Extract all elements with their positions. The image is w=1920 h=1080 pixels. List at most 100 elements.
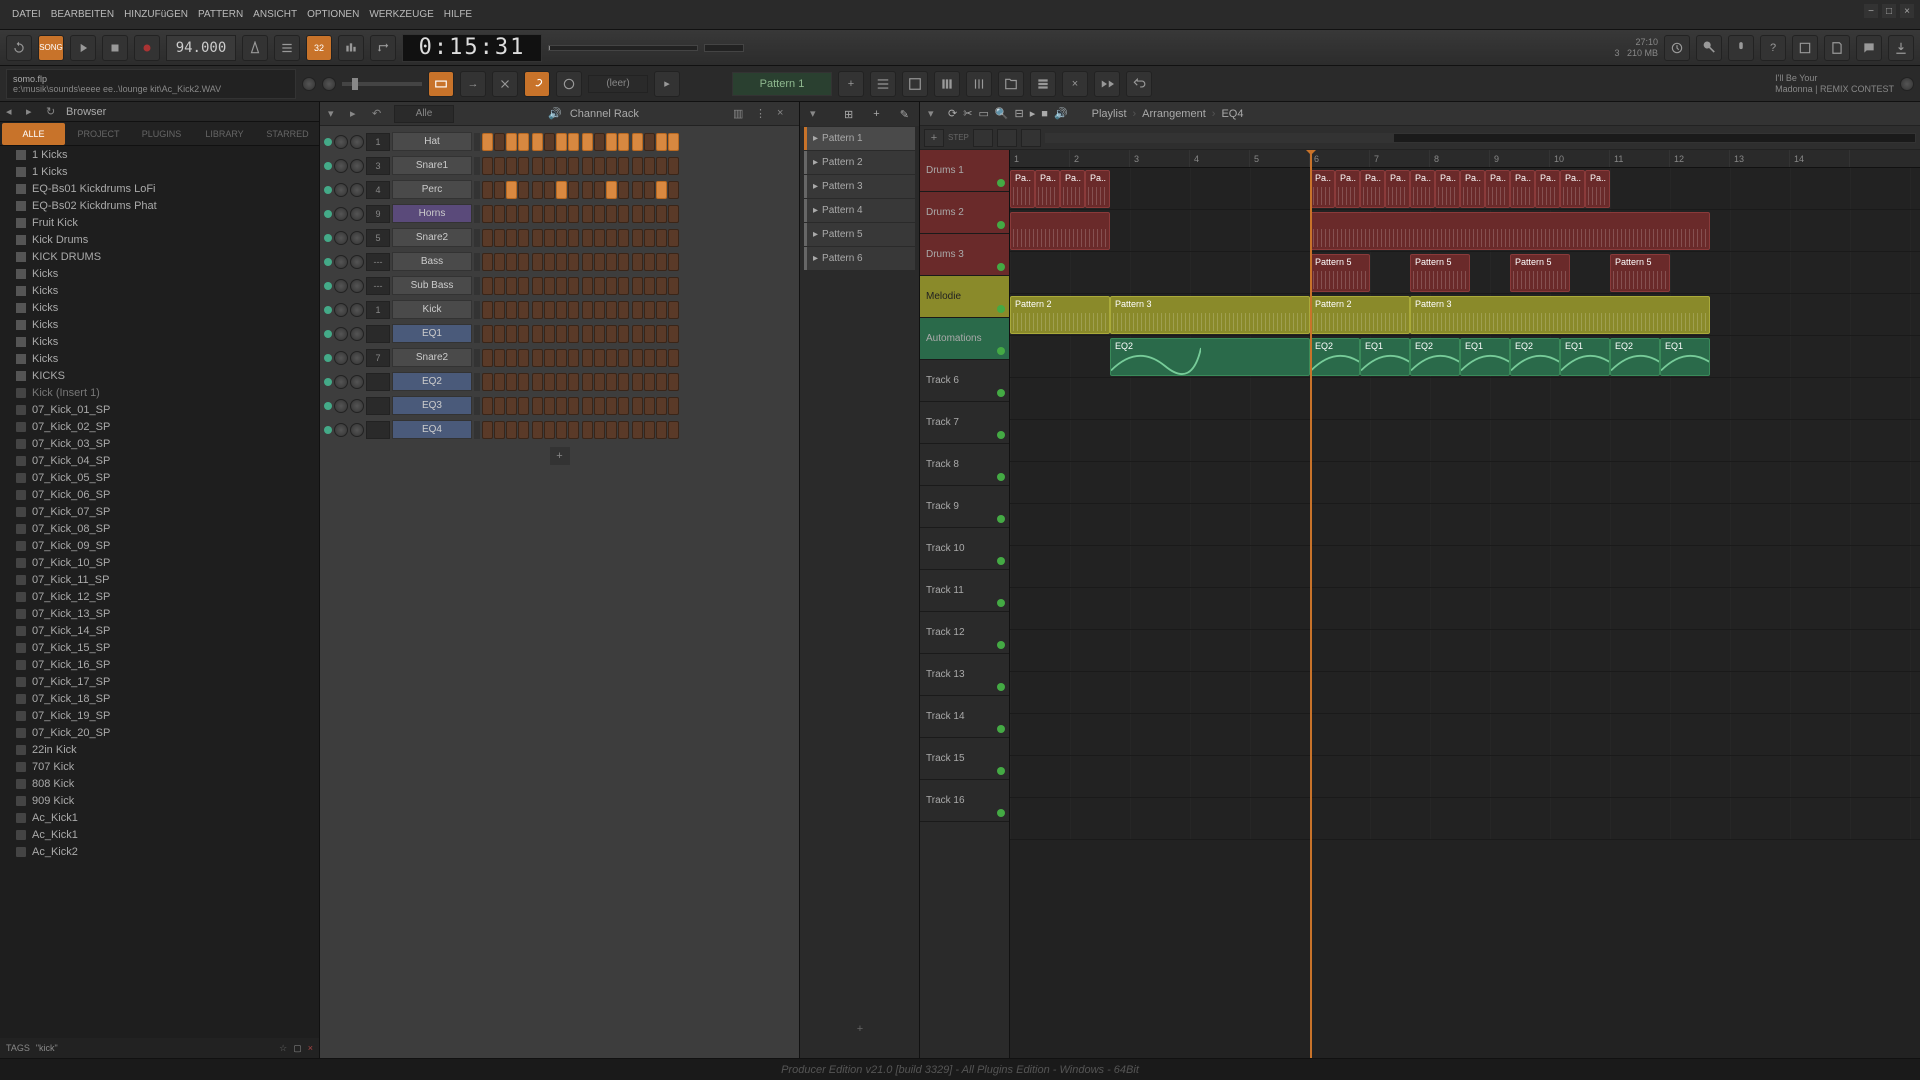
- rack-options-icon[interactable]: ⋮: [755, 107, 769, 121]
- browser-folder[interactable]: KICKS: [0, 367, 319, 384]
- undo-history-icon[interactable]: [1664, 35, 1690, 61]
- track-lane[interactable]: [1010, 588, 1920, 630]
- add-channel-button[interactable]: +: [550, 447, 570, 465]
- track-mute-led[interactable]: [997, 473, 1005, 481]
- step-cell[interactable]: [518, 277, 529, 295]
- snap-play-icon[interactable]: ▸: [654, 71, 680, 97]
- step-cell[interactable]: [668, 133, 679, 151]
- channel-mixer-slot[interactable]: [366, 325, 390, 343]
- step-cell[interactable]: [668, 277, 679, 295]
- step-cell[interactable]: [506, 397, 517, 415]
- tags-value[interactable]: "kick": [36, 1043, 58, 1053]
- channel-vol-knob[interactable]: [350, 207, 364, 221]
- step-cell[interactable]: [556, 205, 567, 223]
- step-cell[interactable]: [656, 349, 667, 367]
- picker-grid-icon[interactable]: ⊞: [844, 108, 853, 121]
- browser-folder[interactable]: KICK DRUMS: [0, 248, 319, 265]
- step-cell[interactable]: [494, 421, 505, 439]
- step-cell[interactable]: [518, 253, 529, 271]
- step-cell[interactable]: [618, 397, 629, 415]
- step-cell[interactable]: [594, 277, 605, 295]
- playlist-clip[interactable]: Pattern 5: [1310, 254, 1370, 292]
- playlist-clip[interactable]: Pa..: [1335, 170, 1360, 208]
- playlist-clip[interactable]: Pa..: [1035, 170, 1060, 208]
- channel-vol-knob[interactable]: [350, 303, 364, 317]
- channel-mute-led[interactable]: [324, 378, 332, 386]
- window-minimize[interactable]: −: [1864, 4, 1878, 18]
- step-cell[interactable]: [494, 301, 505, 319]
- channel-select[interactable]: [474, 373, 480, 391]
- track-lane[interactable]: Pa..Pa..Pa..Pa..Pa..Pa..Pa..Pa..Pa..Pa..…: [1010, 168, 1920, 210]
- channel-mute-led[interactable]: [324, 354, 332, 362]
- step-cell[interactable]: [632, 253, 643, 271]
- playlist-clip[interactable]: [1010, 212, 1110, 250]
- playlist-clip[interactable]: Pattern 5: [1610, 254, 1670, 292]
- channel-mute-led[interactable]: [324, 282, 332, 290]
- channel-pan-knob[interactable]: [334, 399, 348, 413]
- step-cell[interactable]: [594, 253, 605, 271]
- picker-add-icon[interactable]: +: [873, 108, 879, 120]
- browser-file[interactable]: 07_Kick_01_SP: [0, 401, 319, 418]
- browser-tab-plugins[interactable]: PLUGINS: [130, 123, 193, 145]
- browser-file[interactable]: 07_Kick_15_SP: [0, 639, 319, 656]
- step-cell[interactable]: [644, 181, 655, 199]
- track-lane[interactable]: [1010, 378, 1920, 420]
- browser-folder[interactable]: Fruit Kick: [0, 214, 319, 231]
- track-mute-led[interactable]: [997, 221, 1005, 229]
- step-cell[interactable]: [518, 133, 529, 151]
- step-cell[interactable]: [568, 253, 579, 271]
- step-cell[interactable]: [606, 277, 617, 295]
- step-cell[interactable]: [582, 421, 593, 439]
- step-cell[interactable]: [544, 253, 555, 271]
- browser-folder[interactable]: Kicks: [0, 265, 319, 282]
- track-lane[interactable]: [1010, 546, 1920, 588]
- playlist-clip[interactable]: EQ1: [1660, 338, 1710, 376]
- step-cell[interactable]: [632, 157, 643, 175]
- step-cell[interactable]: [556, 373, 567, 391]
- browser-file[interactable]: 07_Kick_16_SP: [0, 656, 319, 673]
- step-cell[interactable]: [544, 397, 555, 415]
- step-cell[interactable]: [668, 325, 679, 343]
- track-mute-led[interactable]: [997, 179, 1005, 187]
- channel-mute-led[interactable]: [324, 402, 332, 410]
- step-cell[interactable]: [482, 253, 493, 271]
- track-header[interactable]: Drums 2: [920, 192, 1009, 234]
- step-cell[interactable]: [668, 421, 679, 439]
- track-mute-led[interactable]: [997, 641, 1005, 649]
- step-cell[interactable]: [656, 253, 667, 271]
- step-cell[interactable]: [494, 397, 505, 415]
- main-pitch-knob[interactable]: [322, 77, 336, 91]
- picker-play-icon[interactable]: ▸: [813, 181, 818, 192]
- step-cell[interactable]: [582, 325, 593, 343]
- step-cell[interactable]: [518, 181, 529, 199]
- step-cell[interactable]: [568, 181, 579, 199]
- step-cell[interactable]: [644, 205, 655, 223]
- step-cell[interactable]: [532, 421, 543, 439]
- track-header[interactable]: Melodie: [920, 276, 1009, 318]
- step-cell[interactable]: [568, 301, 579, 319]
- midi-icon[interactable]: [556, 71, 582, 97]
- channel-select[interactable]: [474, 181, 480, 199]
- step-cell[interactable]: [606, 301, 617, 319]
- channel-name[interactable]: Snare2: [392, 348, 472, 367]
- pl-tool-paint-icon[interactable]: [997, 129, 1017, 147]
- step-cell[interactable]: [618, 229, 629, 247]
- step-cell[interactable]: [618, 133, 629, 151]
- playlist-clip[interactable]: Pa..: [1410, 170, 1435, 208]
- browser-folder[interactable]: Kicks: [0, 350, 319, 367]
- channel-mute-led[interactable]: [324, 138, 332, 146]
- rack-play-icon[interactable]: ▸: [350, 107, 364, 121]
- step-cell[interactable]: [644, 229, 655, 247]
- step-cell[interactable]: [568, 277, 579, 295]
- step-cell[interactable]: [594, 373, 605, 391]
- step-cell[interactable]: [518, 205, 529, 223]
- track-header[interactable]: Track 10: [920, 528, 1009, 570]
- step-cell[interactable]: [594, 301, 605, 319]
- view-playlist-icon[interactable]: [870, 71, 896, 97]
- playlist-cut-icon[interactable]: ✂: [963, 107, 972, 120]
- step-cell[interactable]: [594, 325, 605, 343]
- step-cell[interactable]: [594, 181, 605, 199]
- playlist-clip[interactable]: EQ1: [1460, 338, 1510, 376]
- track-lane[interactable]: [1010, 798, 1920, 840]
- pattern-picker-item[interactable]: ▸Pattern 3: [804, 175, 915, 198]
